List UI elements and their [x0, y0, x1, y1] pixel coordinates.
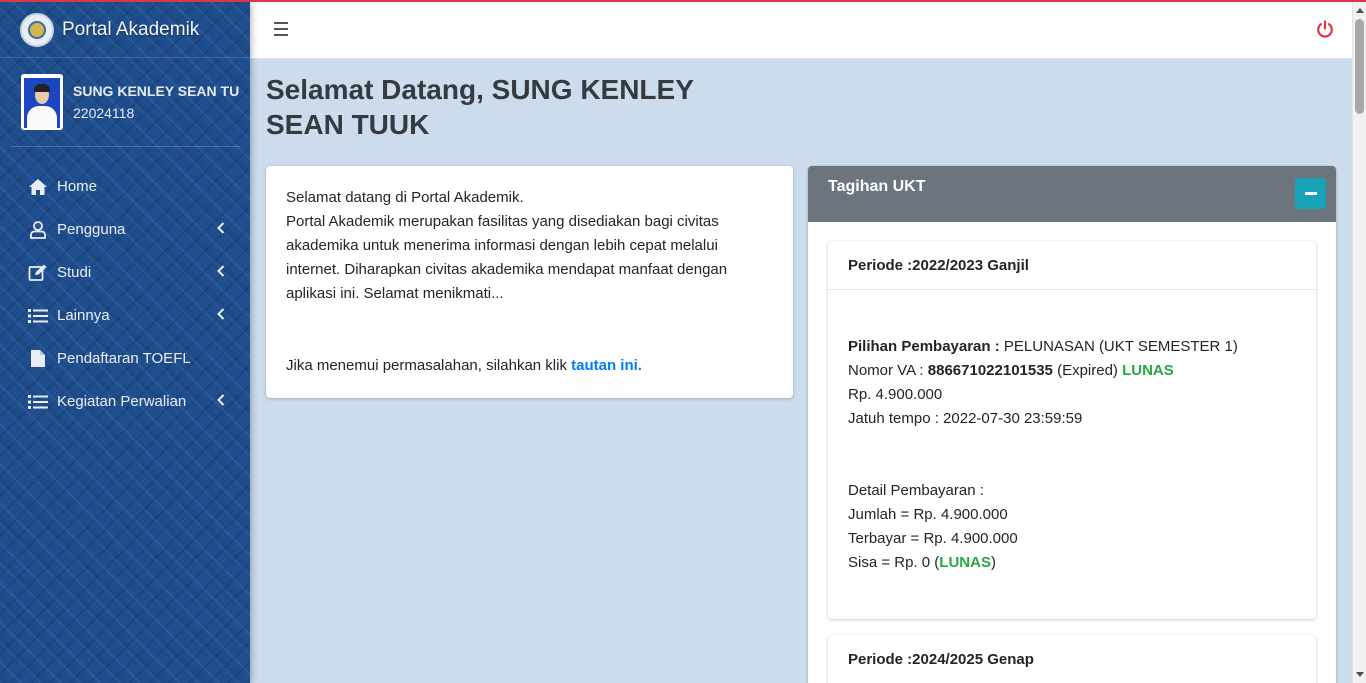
sidebar-item-label: Studi [57, 264, 92, 281]
list-icon [28, 392, 48, 412]
intro-card: Selamat datang di Portal Akademik. Porta… [266, 166, 793, 398]
periode-card: Periode :2024/2025 Genap [828, 635, 1316, 683]
payment-option-label: Pilihan Pembayaran : [848, 338, 1000, 355]
amount: Rp. 4.900.000 [848, 386, 943, 403]
list-icon [28, 306, 48, 326]
va-line: Nomor VA : 886671022101535 (Expired) LUN… [848, 359, 1296, 383]
university-logo-icon [20, 12, 54, 47]
help-link[interactable]: tautan ini. [571, 357, 642, 374]
chevron-left-icon [217, 394, 225, 406]
va-paid-badge: LUNAS [1122, 362, 1174, 379]
user-panel[interactable]: SUNG KENLEY SEAN TUUK 22024118 [10, 58, 240, 147]
periode-card: Periode :2022/2023 Ganjil Pilihan Pembay… [828, 241, 1316, 619]
page-title: Selamat Datang, SUNG KENLEY SEAN TUUK [266, 72, 766, 142]
brand-link[interactable]: Portal Akademik [0, 2, 250, 58]
ukt-card-header: Tagihan UKT [808, 166, 1336, 222]
menu-toggle-icon[interactable] [274, 22, 288, 38]
scroll-up-arrow-icon[interactable] [1356, 8, 1364, 13]
due-date: Jatuh tempo : 2022-07-30 23:59:59 [848, 410, 1083, 427]
sidebar-item-pengguna[interactable]: Pengguna [0, 208, 250, 251]
edit-icon [28, 263, 48, 283]
sidebar-item-lainnya[interactable]: Lainnya [0, 294, 250, 337]
sidebar-item-studi[interactable]: Studi [0, 251, 250, 294]
scroll-thumb[interactable] [1355, 19, 1364, 114]
chevron-left-icon [217, 308, 225, 320]
user-icon [28, 220, 48, 240]
sidebar-item-label: Pengguna [57, 221, 126, 238]
sidebar-item-label: Pendaftaran TOEFL [57, 350, 191, 367]
sisa-status: LUNAS [939, 554, 991, 571]
va-label: Nomor VA : [848, 362, 924, 379]
minus-icon [1304, 192, 1317, 195]
help-text: Jika menemui permasalahan, silahkan klik [286, 357, 567, 374]
sidebar: Portal Akademik SUNG KENLEY SEAN TUUK 22… [0, 2, 250, 683]
user-name: SUNG KENLEY SEAN TUUK [73, 83, 240, 99]
chevron-left-icon [217, 222, 225, 234]
brand-title: Portal Akademik [62, 18, 200, 40]
detail-title: Detail Pembayaran : [848, 482, 984, 499]
sidebar-item-pendaftaran-toefl[interactable]: Pendaftaran TOEFL [0, 337, 250, 380]
intro-line: Selamat datang di Portal Akademik. [286, 189, 524, 206]
file-icon [28, 349, 48, 369]
collapse-button[interactable] [1295, 178, 1326, 209]
ukt-card: Tagihan UKT Periode :2022/2023 Ganjil Pi… [808, 166, 1336, 683]
va-status: (Expired) [1057, 362, 1118, 379]
sidebar-item-kegiatan-perwalian[interactable]: Kegiatan Perwalian [0, 380, 250, 423]
welcome-prefix: Selamat Datang, [266, 74, 484, 105]
sidebar-item-home[interactable]: Home [0, 165, 250, 208]
home-icon [28, 177, 48, 197]
logout-power-icon[interactable] [1316, 20, 1334, 38]
avatar [21, 74, 63, 130]
ukt-card-title: Tagihan UKT [828, 178, 926, 195]
help-line: Jika menemui permasalahan, silahkan klik… [286, 354, 773, 378]
sidebar-nav: Home Pengguna Studi Lainnya Pendaftaran … [0, 165, 250, 423]
payment-option-line: Pilihan Pembayaran : PELUNASAN (UKT SEME… [848, 335, 1296, 359]
sidebar-item-label: Lainnya [57, 307, 110, 324]
intro-paragraph: Portal Akademik merupakan fasilitas yang… [286, 213, 728, 302]
sidebar-item-label: Home [57, 178, 98, 195]
detail-jumlah: Jumlah = Rp. 4.900.000 [848, 506, 1008, 523]
top-navbar [250, 2, 1352, 59]
chevron-left-icon [217, 265, 225, 277]
sisa-close: ) [990, 554, 996, 571]
va-number: 886671022101535 [927, 362, 1053, 379]
periode-title: Periode :2024/2025 Genap [828, 635, 1316, 683]
top-accent-line [0, 0, 1366, 2]
sidebar-item-label: Kegiatan Perwalian [57, 393, 187, 410]
detail-sisa: Sisa = Rp. 0 (LUNAS) [848, 551, 1296, 575]
page-scrollbar[interactable] [1352, 2, 1366, 683]
periode-title: Periode :2022/2023 Ganjil [828, 241, 1316, 290]
detail-terbayar: Terbayar = Rp. 4.900.000 [848, 530, 1018, 547]
payment-option-value: PELUNASAN (UKT SEMESTER 1) [1003, 338, 1238, 355]
sisa-text: Sisa = Rp. 0 ( [848, 554, 940, 571]
scroll-down-arrow-icon[interactable] [1356, 672, 1364, 677]
user-nim: 22024118 [73, 105, 135, 121]
